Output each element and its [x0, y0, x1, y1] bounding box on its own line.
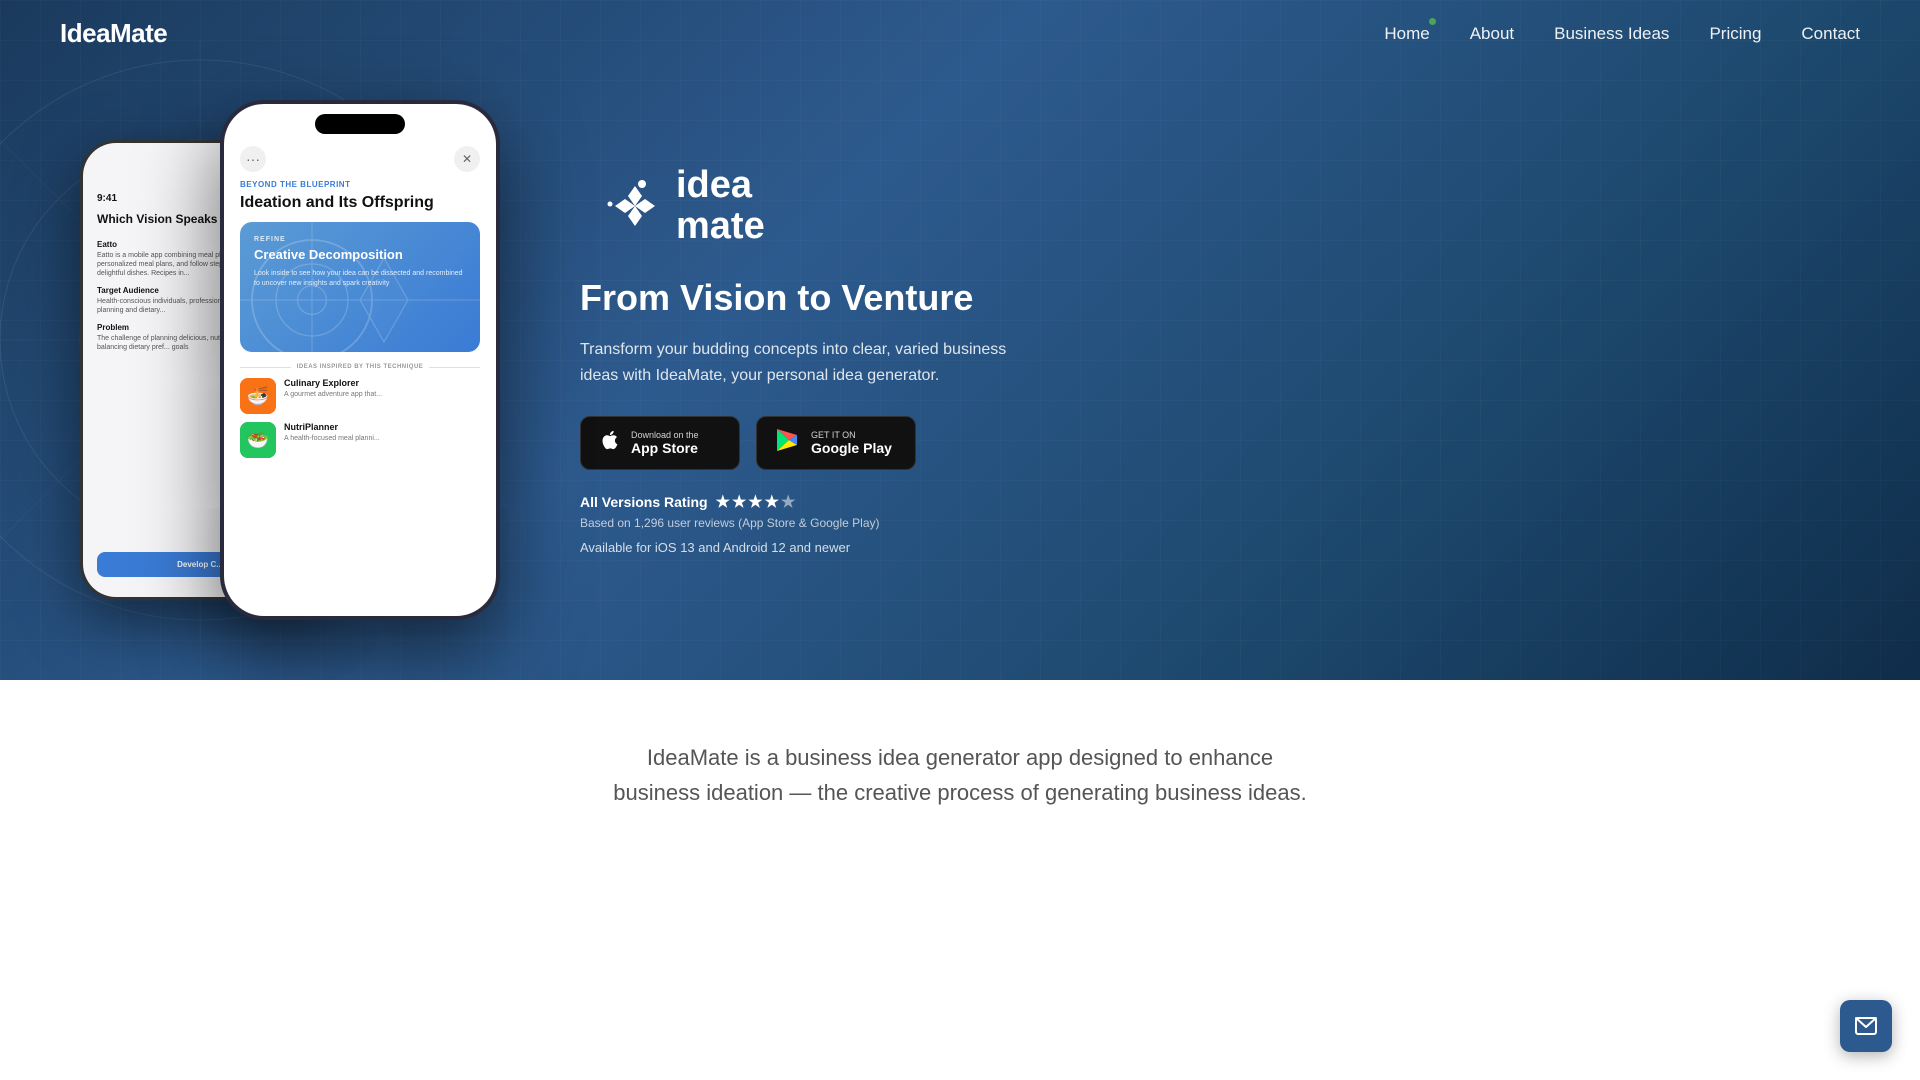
card-pattern [240, 222, 480, 352]
svg-text:🍜: 🍜 [247, 386, 269, 406]
star-3: ★ [748, 492, 762, 512]
brand-name: idea mate [676, 165, 765, 249]
idea-name-2: NutriPlanner [284, 422, 480, 432]
nav-link-home[interactable]: Home [1384, 24, 1429, 44]
nav-logo[interactable]: IdeaMate [60, 18, 167, 49]
google-play-icon [775, 427, 801, 459]
star-2: ★ [732, 492, 746, 512]
idea-desc-1: A gourmet adventure app that... [284, 390, 480, 399]
brand-logo: idea mate [580, 165, 1860, 249]
idea-info-2: NutriPlanner A health-focused meal plann… [284, 422, 480, 443]
app-store-button[interactable]: Download on the App Store [580, 416, 740, 470]
idea-thumb-2: 🥗 [240, 422, 276, 458]
nav-links: Home About Business Ideas Pricing Contac… [1384, 24, 1860, 44]
lower-section: IdeaMate is a business idea generator ap… [0, 680, 1920, 850]
phones-container: 9:41 Which Vision Speaks to You Eatto Ea… [60, 100, 540, 620]
apple-icon [599, 429, 621, 457]
rating-label-text: All Versions Rating [580, 494, 708, 510]
email-fab-button[interactable] [1840, 1000, 1892, 1052]
navigation: IdeaMate Home About Business Ideas Prici… [0, 0, 1920, 67]
idea-desc-2: A health-focused meal planni... [284, 434, 480, 443]
google-play-text: GET IT ON Google Play [811, 430, 892, 456]
idea-thumb-icon-1: 🍜 [240, 378, 276, 414]
google-play-button[interactable]: GET IT ON Google Play [756, 416, 916, 470]
idea-item-2: 🥗 NutriPlanner A health-focused meal pla… [240, 422, 480, 458]
store-buttons: Download on the App Store GE [580, 416, 1860, 470]
platform-text: Available for iOS 13 and Android 12 and … [580, 540, 1860, 555]
screen-divider: IDEAS INSPIRED BY THIS TECHNIQUE [240, 364, 480, 370]
nav-link-contact[interactable]: Contact [1801, 24, 1860, 44]
app-store-label-big: App Store [631, 440, 699, 456]
rating-label: All Versions Rating ★ ★ ★ ★ ★ [580, 492, 1860, 512]
rating-section: All Versions Rating ★ ★ ★ ★ ★ Based on 1… [580, 492, 1860, 530]
star-rating: ★ ★ ★ ★ ★ [716, 492, 796, 512]
star-1: ★ [716, 492, 730, 512]
phone-notch [315, 114, 405, 134]
brand-name-line1: idea [676, 165, 765, 207]
app-store-label-small: Download on the [631, 430, 699, 440]
lower-text: IdeaMate is a business idea generator ap… [610, 740, 1310, 810]
phone-front: ··· ✕ BEYOND THE BLUEPRINT Ideation and … [220, 100, 500, 620]
hero-subtext: Transform your budding concepts into cle… [580, 337, 1040, 388]
screen-subtitle: BEYOND THE BLUEPRINT [240, 180, 480, 189]
hero-content: 9:41 Which Vision Speaks to You Eatto Ea… [0, 0, 1920, 680]
nav-link-about[interactable]: About [1470, 24, 1514, 44]
star-5-half: ★ [781, 492, 795, 512]
hero-right: idea mate From Vision to Venture Transfo… [580, 165, 1860, 556]
idea-thumb-1: 🍜 [240, 378, 276, 414]
hero-headline: From Vision to Venture [580, 276, 1860, 319]
nav-link-pricing[interactable]: Pricing [1709, 24, 1761, 44]
screen-title: Ideation and Its Offspring [240, 193, 480, 212]
divider-line-left [240, 367, 291, 368]
idea-item-1: 🍜 Culinary Explorer A gourmet adventure … [240, 378, 480, 414]
phone-screen: ··· ✕ BEYOND THE BLUEPRINT Ideation and … [224, 104, 496, 616]
divider-text: IDEAS INSPIRED BY THIS TECHNIQUE [297, 364, 424, 370]
rating-sub: Based on 1,296 user reviews (App Store &… [580, 516, 1860, 530]
hero-section: 9:41 Which Vision Speaks to You Eatto Ea… [0, 0, 1920, 680]
screen-card: REFINE Creative Decomposition Look insid… [240, 222, 480, 352]
idea-name-1: Culinary Explorer [284, 378, 480, 388]
divider-line-right [429, 367, 480, 368]
svg-text:🥗: 🥗 [247, 430, 269, 450]
screen-close-button[interactable]: ✕ [454, 146, 480, 172]
screen-menu-dots[interactable]: ··· [240, 146, 266, 172]
google-play-label-big: Google Play [811, 440, 892, 456]
idea-thumb-icon-2: 🥗 [240, 422, 276, 458]
idea-info-1: Culinary Explorer A gourmet adventure ap… [284, 378, 480, 399]
screen-top-bar: ··· ✕ [240, 146, 480, 172]
brand-name-line2: mate [676, 206, 765, 248]
google-play-label-small: GET IT ON [811, 430, 892, 440]
sparkle-icon [580, 166, 660, 246]
star-4: ★ [765, 492, 779, 512]
brand-sparkle-container [580, 166, 660, 246]
google-play-svg [775, 427, 801, 453]
email-icon [1854, 1014, 1878, 1038]
app-store-text: Download on the App Store [631, 430, 699, 456]
nav-link-business-ideas[interactable]: Business Ideas [1554, 24, 1669, 44]
